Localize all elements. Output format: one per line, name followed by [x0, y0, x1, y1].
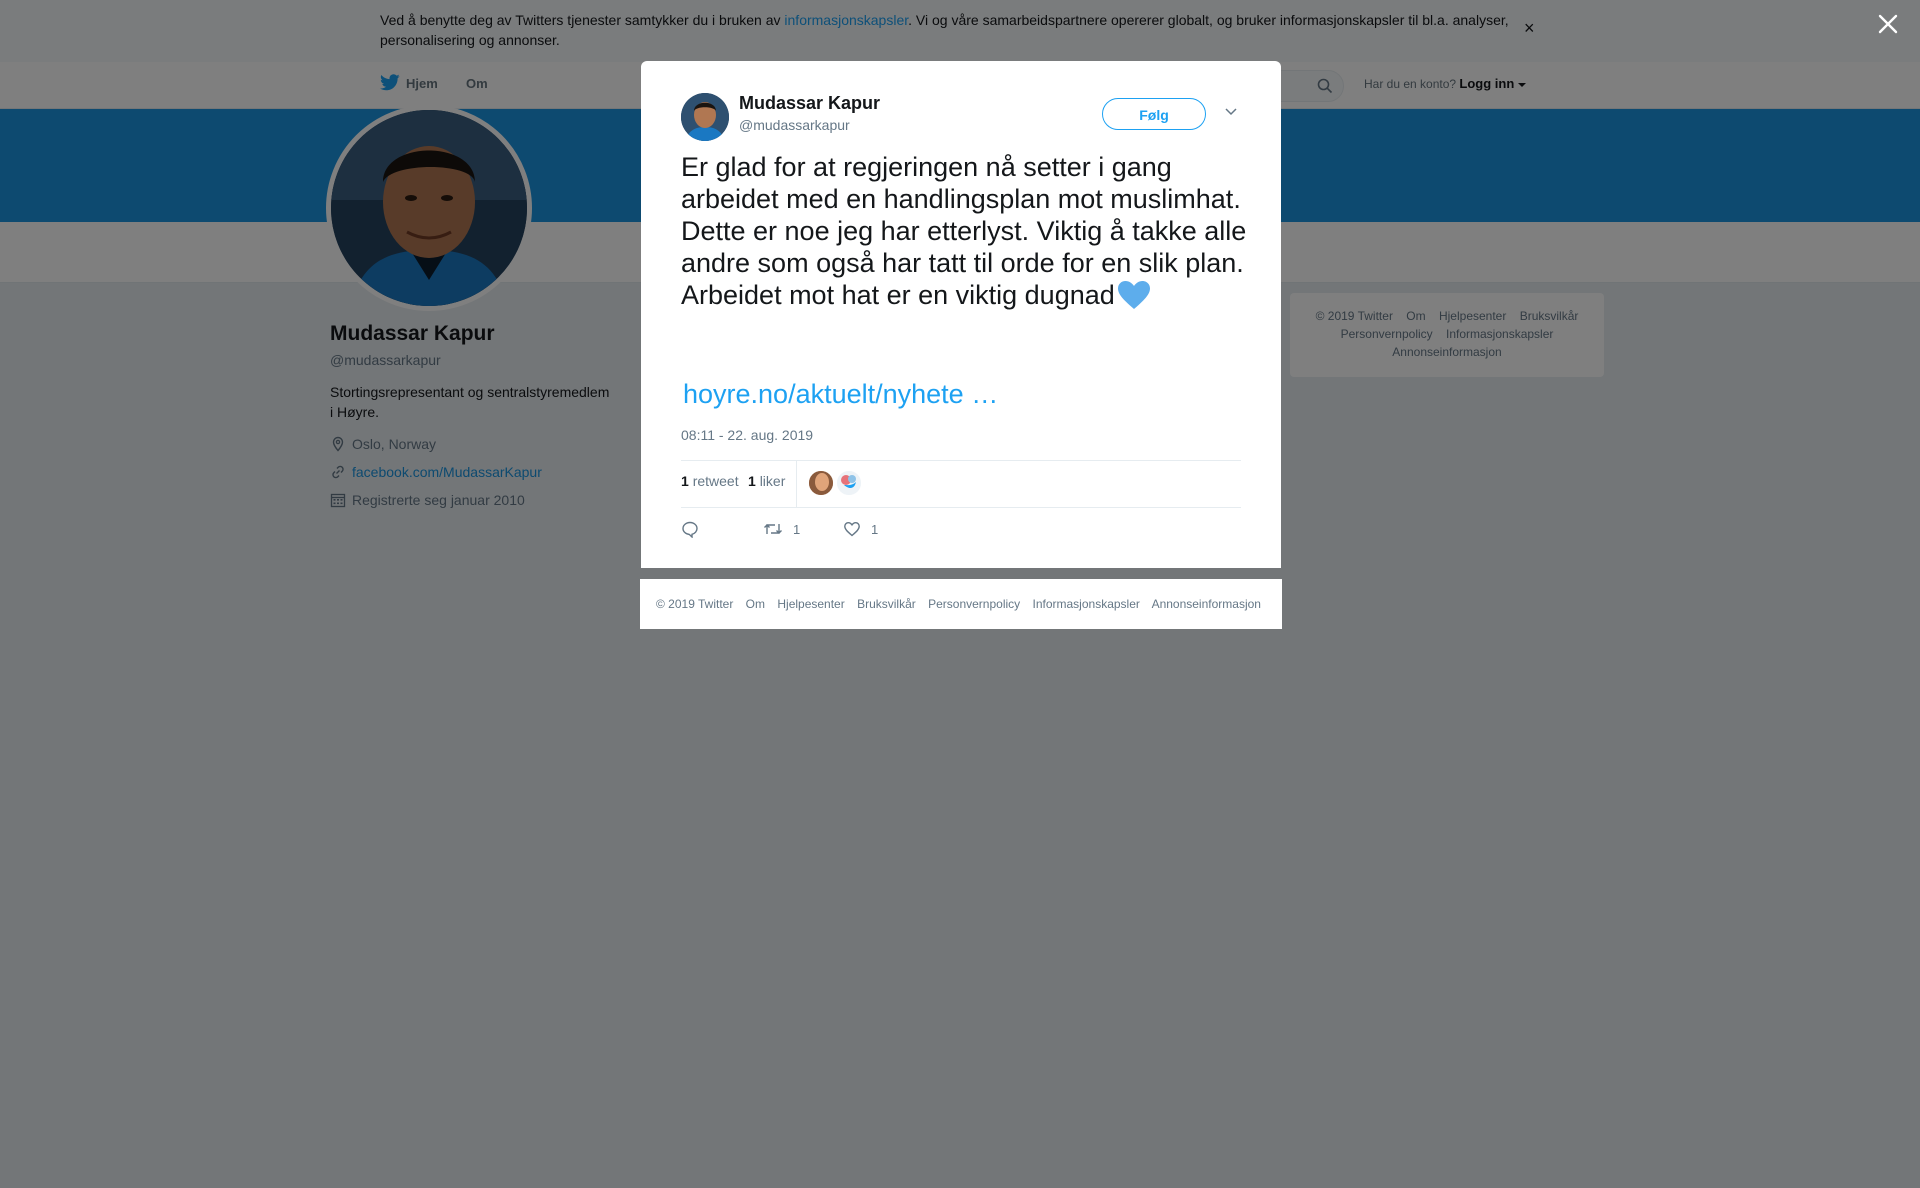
like-stat-label: liker: [759, 473, 786, 489]
tweet-author-avatar[interactable]: [681, 93, 729, 141]
like-count: 1: [871, 521, 879, 537]
retweet-stat[interactable]: 1 retweet: [681, 473, 739, 489]
like-stat-count: 1: [748, 473, 756, 489]
footer-link-about[interactable]: Om: [746, 597, 765, 611]
footer-copyright: © 2019 Twitter: [656, 597, 734, 611]
chevron-down-icon[interactable]: [1224, 106, 1238, 116]
tweet-author-name[interactable]: Mudassar Kapur: [739, 93, 880, 114]
avatar-image: [837, 471, 861, 495]
retweet-button[interactable]: 1: [763, 520, 800, 538]
like-stat[interactable]: 1 liker: [748, 473, 785, 489]
footer-link-help[interactable]: Hjelpesenter: [777, 597, 844, 611]
tweet-link[interactable]: hoyre.no/aktuelt/nyhete …: [683, 379, 998, 410]
reply-button[interactable]: [681, 520, 709, 538]
like-icon: [844, 521, 860, 537]
stats-divider: [796, 461, 797, 507]
footer-link-ads-info[interactable]: Annonseinformasjon: [1152, 597, 1261, 611]
avatar-image: [681, 93, 729, 141]
footer-link-terms[interactable]: Bruksvilkår: [857, 597, 916, 611]
liker-avatar[interactable]: [809, 471, 833, 495]
like-button[interactable]: 1: [843, 520, 878, 538]
footer-link-privacy[interactable]: Personvernpolicy: [928, 597, 1020, 611]
modal-footer: © 2019 Twitter Om Hjelpesenter Bruksvilk…: [640, 579, 1282, 629]
tweet-stats: 1 retweet 1 liker: [681, 460, 1241, 508]
tweet-author-handle[interactable]: @mudassarkapur: [739, 117, 850, 133]
retweet-count: 1: [793, 521, 801, 537]
footer-link-cookies[interactable]: Informasjonskapsler: [1033, 597, 1140, 611]
follow-button[interactable]: Følg: [1102, 98, 1206, 130]
tweet-text: Er glad for at regjeringen nå setter i g…: [681, 151, 1251, 311]
tweet-text-body: Er glad for at regjeringen nå setter i g…: [681, 152, 1247, 310]
heart-emoji-icon: [1117, 281, 1150, 309]
retweet-stat-count: 1: [681, 473, 689, 489]
tweet-actions: 1 1: [681, 516, 1241, 546]
tweet-timestamp[interactable]: 08:11 - 22. aug. 2019: [681, 427, 813, 443]
retweet-icon: [764, 524, 782, 534]
avatar-image: [809, 471, 833, 495]
liker-avatar[interactable]: [837, 471, 861, 495]
retweet-stat-label: retweet: [692, 473, 739, 489]
tweet-modal: Mudassar Kapur @mudassarkapur Følg Er gl…: [641, 61, 1281, 568]
close-icon[interactable]: [1876, 12, 1900, 36]
reply-icon: [682, 521, 698, 538]
